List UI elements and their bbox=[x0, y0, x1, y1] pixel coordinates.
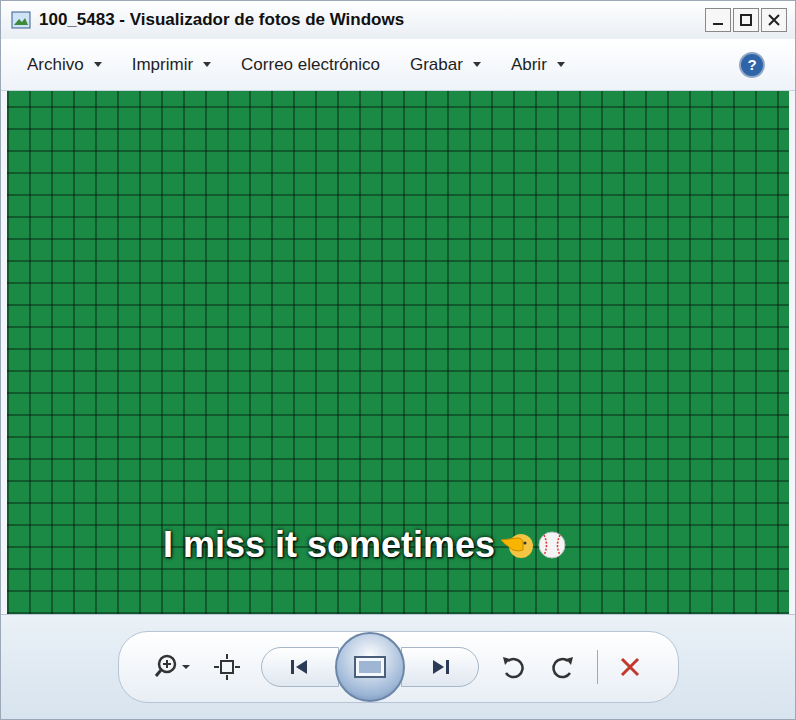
menu-label: Grabar bbox=[410, 55, 463, 75]
hand-face-icon bbox=[499, 530, 533, 560]
slideshow-button[interactable] bbox=[335, 632, 405, 702]
title-bar: 100_5483 - Visualizador de fotos de Wind… bbox=[1, 1, 795, 39]
rotate-left-button[interactable] bbox=[497, 651, 529, 683]
previous-icon bbox=[287, 657, 313, 677]
menu-bar: Archivo Imprimir Correo electrónico Grab… bbox=[1, 39, 795, 91]
slideshow-icon bbox=[353, 654, 387, 680]
controls-pill bbox=[118, 631, 679, 703]
fit-icon bbox=[213, 653, 241, 681]
photo-icon bbox=[11, 11, 31, 29]
delete-icon bbox=[618, 655, 642, 679]
previous-button[interactable] bbox=[261, 647, 339, 687]
menu-item[interactable]: Correo electrónico bbox=[239, 51, 382, 79]
dropdown-arrow-icon bbox=[203, 62, 211, 67]
dropdown-arrow-icon bbox=[94, 62, 102, 67]
menu-item[interactable]: Imprimir bbox=[130, 51, 213, 79]
photo-viewer-window: 100_5483 - Visualizador de fotos de Wind… bbox=[0, 0, 796, 720]
menu-label: Archivo bbox=[27, 55, 84, 75]
toolbar-separator bbox=[597, 650, 598, 684]
zoom-button[interactable] bbox=[153, 651, 193, 683]
caption-overlay: I miss it sometimes bbox=[163, 524, 567, 566]
menu-item[interactable]: Archivo bbox=[25, 51, 104, 79]
minimize-button[interactable] bbox=[705, 8, 731, 32]
menu-label: Correo electrónico bbox=[241, 55, 380, 75]
menu-label: Abrir bbox=[511, 55, 547, 75]
magnifier-icon bbox=[155, 653, 191, 681]
rotate-left-icon bbox=[499, 653, 527, 681]
help-button[interactable]: ? bbox=[739, 52, 765, 78]
maximize-icon bbox=[739, 13, 753, 27]
photo: I miss it sometimes bbox=[7, 91, 789, 614]
menu-item[interactable]: Grabar bbox=[408, 51, 483, 79]
close-button[interactable] bbox=[761, 8, 787, 32]
dropdown-arrow-icon bbox=[557, 62, 565, 67]
next-button[interactable] bbox=[401, 647, 479, 687]
next-icon bbox=[427, 657, 453, 677]
close-icon bbox=[767, 13, 781, 27]
menu-label: Imprimir bbox=[132, 55, 193, 75]
baseball-icon bbox=[537, 530, 567, 560]
minimize-icon bbox=[711, 13, 725, 27]
caption-text: I miss it sometimes bbox=[163, 524, 495, 566]
rotate-right-icon bbox=[549, 653, 577, 681]
menu-item[interactable]: Abrir bbox=[509, 51, 567, 79]
delete-button[interactable] bbox=[616, 653, 644, 681]
maximize-button[interactable] bbox=[733, 8, 759, 32]
rotate-right-button[interactable] bbox=[547, 651, 579, 683]
bottom-toolbar bbox=[1, 614, 795, 719]
dropdown-arrow-icon bbox=[473, 62, 481, 67]
window-title: 100_5483 - Visualizador de fotos de Wind… bbox=[39, 10, 697, 30]
actual-size-button[interactable] bbox=[211, 651, 243, 683]
window-controls bbox=[705, 8, 787, 32]
